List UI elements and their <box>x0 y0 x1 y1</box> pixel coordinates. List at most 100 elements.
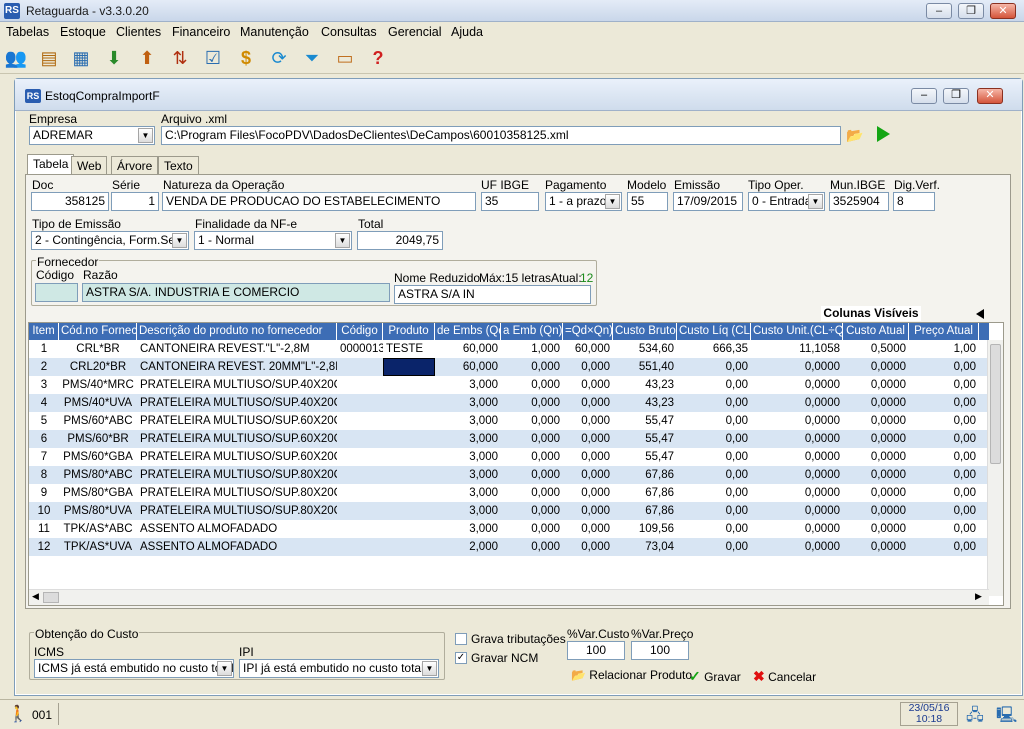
cell-preco-atual[interactable]: 0,00 <box>909 412 979 430</box>
menu-tabelas[interactable]: Tabelas <box>6 25 49 39</box>
cell-qd[interactable]: 3,000 <box>435 430 501 448</box>
cell-item[interactable]: 11 <box>29 520 59 538</box>
cell-item[interactable]: 3 <box>29 376 59 394</box>
cell-preco-atual[interactable]: 0,00 <box>909 484 979 502</box>
cell-cod-fornec[interactable]: PMS/40*UVA <box>59 394 137 412</box>
cell-descricao[interactable]: ASSENTO ALMOFADADO <box>137 538 337 556</box>
cell-qd[interactable]: 60,000 <box>435 340 501 358</box>
grid-header-custo-bruto[interactable]: Custo Bruto <box>613 323 677 340</box>
cancelar-button[interactable]: ✖ Cancelar <box>753 668 816 686</box>
cell-produto[interactable] <box>383 358 435 376</box>
cell-custo-unit[interactable]: 0,0000 <box>751 412 843 430</box>
network-icon[interactable]: 🖧 <box>966 704 984 729</box>
ipi-select[interactable]: IPI já está embutido no custo total ▼ <box>239 659 439 678</box>
cell-preco-atual[interactable]: 0,00 <box>909 394 979 412</box>
arquivo-input[interactable]: C:\Program Files\FocoPDV\DadosDeClientes… <box>161 126 841 145</box>
cell-qd[interactable]: 3,000 <box>435 412 501 430</box>
users-icon[interactable]: 👥 <box>3 45 29 71</box>
cell-q[interactable]: 0,000 <box>563 412 613 430</box>
cell-item[interactable]: 12 <box>29 538 59 556</box>
cell-cod-fornec[interactable]: TPK/AS*ABC <box>59 520 137 538</box>
cell-codigo[interactable] <box>337 358 383 376</box>
cell-codigo[interactable] <box>337 448 383 466</box>
cell-qd[interactable]: 3,000 <box>435 394 501 412</box>
checklist-icon[interactable]: ☑ <box>200 45 226 71</box>
chevron-down-icon[interactable]: ▼ <box>172 233 187 248</box>
dollar-icon[interactable]: $ <box>233 45 259 71</box>
grid-header-produto[interactable]: Produto <box>383 323 435 340</box>
nome-reduzido-input[interactable]: ASTRA S/A IN <box>394 285 591 304</box>
tab-tabela[interactable]: Tabela <box>27 154 75 174</box>
cell-item[interactable]: 4 <box>29 394 59 412</box>
cell-custo-liq[interactable]: 0,00 <box>677 412 751 430</box>
cell-custo-liq[interactable]: 666,35 <box>677 340 751 358</box>
cell-qn[interactable]: 0,000 <box>501 520 563 538</box>
tab-web[interactable]: Web <box>71 156 108 174</box>
stock-box-2-icon[interactable]: ▦ <box>68 45 94 71</box>
table-row[interactable]: 1 CRL*BR CANTONEIRA REVEST."L"-2,8M 0000013… <box>29 340 989 358</box>
table-row[interactable]: 5 PMS/60*ABC PRATELEIRA MULTIUSO/SUP.60X20… <box>29 412 989 430</box>
cell-custo-liq[interactable]: 0,00 <box>677 376 751 394</box>
cell-item[interactable]: 6 <box>29 430 59 448</box>
grid-header-custo-unit[interactable]: Custo Unit.(CL÷Q) <box>751 323 843 340</box>
cell-qn[interactable]: 0,000 <box>501 484 563 502</box>
cell-preco-atual[interactable]: 1,00 <box>909 340 979 358</box>
vertical-scrollbar[interactable] <box>987 340 1003 596</box>
cell-custo-atual[interactable]: 0,0000 <box>843 538 909 556</box>
table-row[interactable]: 4 PMS/40*UVA PRATELEIRA MULTIUSO/SUP.40X20… <box>29 394 989 412</box>
grid-header-preco-atual[interactable]: Preço Atual <box>909 323 979 340</box>
cell-produto[interactable] <box>383 466 435 484</box>
grid-header-cod-fornec[interactable]: Cód.no Fornec <box>59 323 137 340</box>
cell-preco-atual[interactable]: 0,00 <box>909 376 979 394</box>
grid-header-q[interactable]: =Qd×Qn) <box>563 323 613 340</box>
cell-preco-atual[interactable]: 0,00 <box>909 358 979 376</box>
cell-codigo[interactable] <box>337 412 383 430</box>
cell-qd[interactable]: 3,000 <box>435 520 501 538</box>
cell-item[interactable]: 8 <box>29 466 59 484</box>
cell-custo-unit[interactable]: 0,0000 <box>751 466 843 484</box>
total-input[interactable]: 2049,75 <box>357 231 443 250</box>
cell-custo-atual[interactable]: 0,0000 <box>843 394 909 412</box>
chevron-down-icon[interactable]: ▼ <box>808 194 823 209</box>
cell-cod-fornec[interactable]: PMS/80*GBA <box>59 484 137 502</box>
cell-qn[interactable]: 0,000 <box>501 502 563 520</box>
cell-item[interactable]: 10 <box>29 502 59 520</box>
cell-item[interactable]: 7 <box>29 448 59 466</box>
cell-codigo[interactable]: 0000013 <box>337 340 383 358</box>
digverf-input[interactable]: 8 <box>893 192 935 211</box>
grid-header-descricao[interactable]: Descrição do produto no fornecedor <box>137 323 337 340</box>
table-row[interactable]: 9 PMS/80*GBA PRATELEIRA MULTIUSO/SUP.80X20… <box>29 484 989 502</box>
cell-cod-fornec[interactable]: PMS/80*ABC <box>59 466 137 484</box>
stock-out-icon[interactable]: ⬆ <box>134 45 160 71</box>
stock-in-icon[interactable]: ⬇ <box>101 45 127 71</box>
cell-qd[interactable]: 2,000 <box>435 538 501 556</box>
cell-custo-unit[interactable]: 0,0000 <box>751 484 843 502</box>
cell-produto[interactable] <box>383 430 435 448</box>
grid-header-custo-liq[interactable]: Custo Líq (CL) <box>677 323 751 340</box>
computer-icon[interactable]: 🖳 <box>996 704 1017 729</box>
sync-icon[interactable]: ⟳ <box>266 45 292 71</box>
stock-transfer-icon[interactable]: ⇅ <box>167 45 193 71</box>
cell-custo-atual[interactable]: 0,0000 <box>843 484 909 502</box>
cell-qn[interactable]: 0,000 <box>501 394 563 412</box>
cell-preco-atual[interactable]: 0,00 <box>909 466 979 484</box>
menu-gerencial[interactable]: Gerencial <box>388 25 442 39</box>
cell-custo-bruto[interactable]: 55,47 <box>613 430 677 448</box>
cell-cod-fornec[interactable]: TPK/AS*UVA <box>59 538 137 556</box>
cell-descricao[interactable]: PRATELEIRA MULTIUSO/SUP.40X20C <box>137 376 337 394</box>
table-row[interactable]: 10 PMS/80*UVA PRATELEIRA MULTIUSO/SUP.80X2… <box>29 502 989 520</box>
cell-custo-liq[interactable]: 0,00 <box>677 358 751 376</box>
child-close-button[interactable]: ✕ <box>977 88 1003 104</box>
cell-qd[interactable]: 60,000 <box>435 358 501 376</box>
cell-descricao[interactable]: PRATELEIRA MULTIUSO/SUP.40X20C <box>137 394 337 412</box>
chevron-down-icon[interactable]: ▼ <box>138 128 153 143</box>
cell-custo-liq[interactable]: 0,00 <box>677 484 751 502</box>
cell-descricao[interactable]: PRATELEIRA MULTIUSO/SUP.80X20C <box>137 466 337 484</box>
minimize-button[interactable]: ‒ <box>926 3 952 19</box>
grid-header-qd[interactable]: de Embs (Qd) <box>435 323 501 340</box>
colunas-visiveis-button[interactable]: Colunas Visíveis <box>821 306 921 321</box>
cell-custo-bruto[interactable]: 67,86 <box>613 502 677 520</box>
cell-custo-atual[interactable]: 0,0000 <box>843 430 909 448</box>
cell-q[interactable]: 0,000 <box>563 448 613 466</box>
cell-preco-atual[interactable]: 0,00 <box>909 502 979 520</box>
